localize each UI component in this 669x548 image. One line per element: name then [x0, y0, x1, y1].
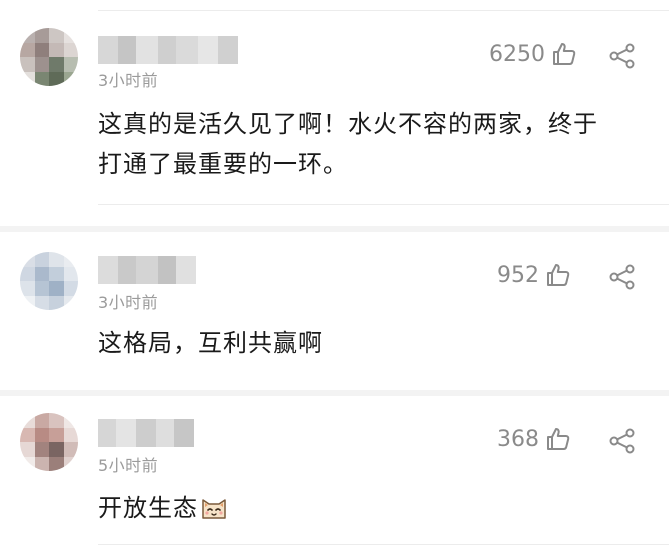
avatar[interactable]	[20, 28, 78, 86]
username-blurred[interactable]	[98, 256, 196, 284]
comment-text: 这格局，互利共赢啊	[98, 323, 323, 363]
divider-bottom	[98, 544, 669, 545]
comment-text-line: 这格局，互利共赢啊	[98, 329, 323, 357]
like-count: 368	[497, 426, 539, 452]
comment-time: 3小时前	[98, 293, 159, 312]
thumbs-up-icon[interactable]	[545, 262, 571, 288]
username-blurred[interactable]	[98, 419, 194, 447]
thumbs-up-icon[interactable]	[551, 41, 577, 67]
username-blurred[interactable]	[98, 36, 238, 64]
section-gap	[0, 390, 669, 396]
like-count-group[interactable]: 368	[497, 426, 571, 452]
cat-face-emoji-icon	[200, 492, 228, 519]
section-gap	[0, 226, 669, 232]
comment-text-line: 打通了最重要的一环。	[98, 150, 348, 178]
like-count-group[interactable]: 6250	[489, 41, 577, 67]
comment-time: 3小时前	[98, 71, 159, 90]
comment-time: 5小时前	[98, 456, 159, 475]
avatar[interactable]	[20, 413, 78, 471]
divider	[98, 204, 669, 205]
comment-text: 开放生态	[98, 488, 228, 528]
like-count: 6250	[489, 41, 545, 67]
comment-text-line: 这真的是活久见了啊！水火不容的两家，终于	[98, 110, 598, 138]
share-icon[interactable]	[608, 264, 636, 290]
thumbs-up-icon[interactable]	[545, 426, 571, 452]
like-count: 952	[497, 262, 539, 288]
divider-top	[98, 10, 669, 11]
comment-text-line: 开放生态	[98, 494, 198, 522]
avatar[interactable]	[20, 252, 78, 310]
like-count-group[interactable]: 952	[497, 262, 571, 288]
share-icon[interactable]	[608, 43, 636, 69]
comment-text: 这真的是活久见了啊！水火不容的两家，终于 打通了最重要的一环。	[98, 104, 598, 184]
share-icon[interactable]	[608, 428, 636, 454]
